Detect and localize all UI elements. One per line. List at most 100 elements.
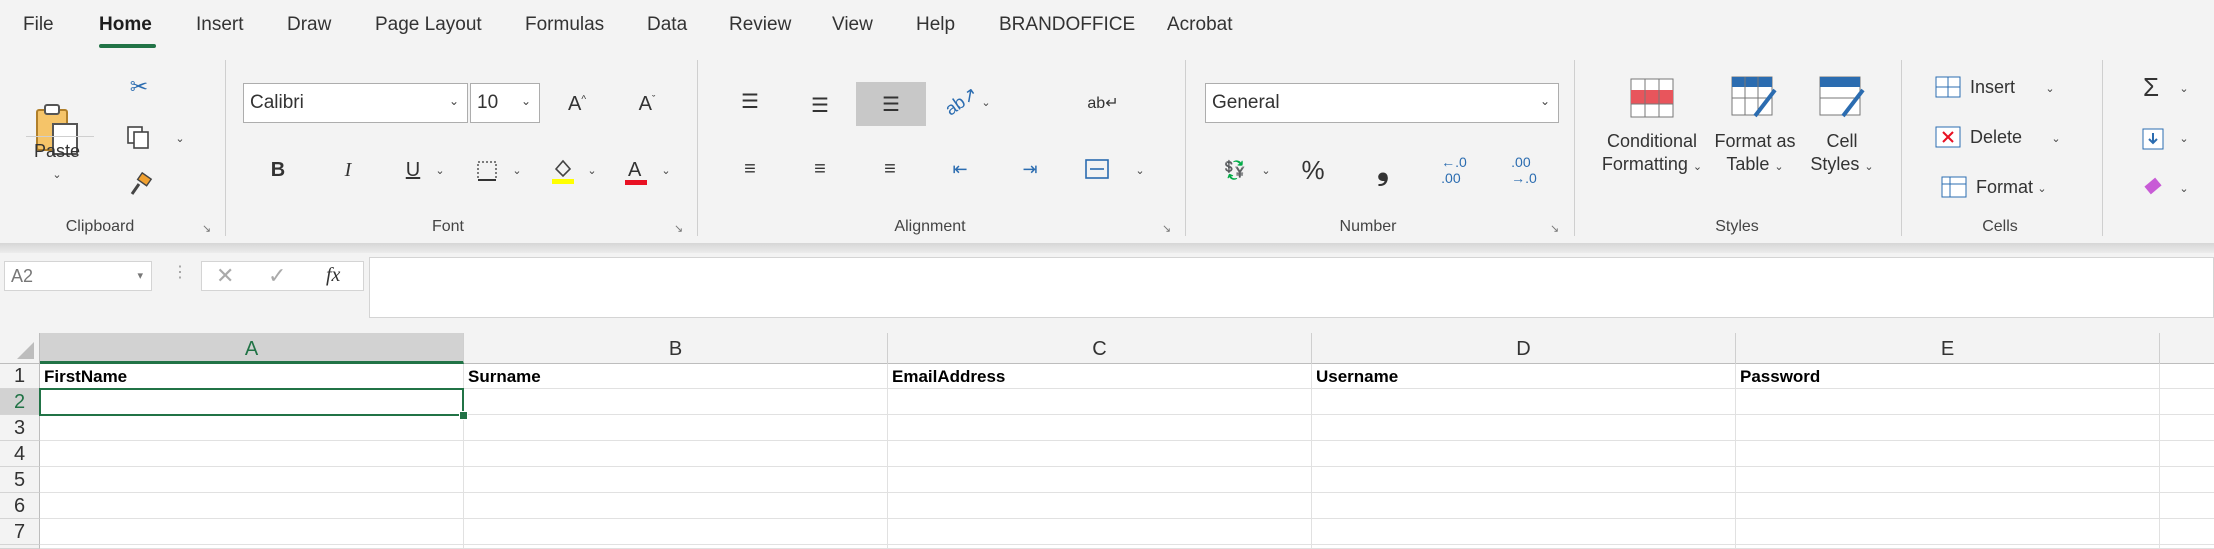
paste-dropdown-icon[interactable]: ⌄ — [22, 164, 92, 187]
name-box[interactable]: A2 ▾ — [4, 261, 152, 291]
copy-button[interactable] — [120, 122, 156, 152]
orientation-button[interactable]: ab↗ — [942, 82, 982, 119]
insert-cells-button[interactable]: Insert — [1970, 76, 2030, 99]
cell-a7[interactable] — [40, 519, 464, 545]
cell-f1[interactable] — [2160, 364, 2214, 389]
select-all-button[interactable] — [0, 333, 40, 364]
tab-formulas[interactable]: Formulas — [525, 14, 604, 36]
fill-dropdown-icon[interactable]: ⌄ — [2176, 128, 2192, 148]
clear-button[interactable] — [2138, 172, 2168, 202]
comma-style-button[interactable]: ❟ — [1366, 153, 1400, 186]
cell-f6[interactable] — [2160, 493, 2214, 519]
font-color-button[interactable]: A — [619, 154, 653, 188]
cell-c6[interactable] — [888, 493, 1312, 519]
number-launcher-icon[interactable]: ↘ — [1550, 224, 1561, 235]
fill-color-button[interactable] — [546, 154, 580, 188]
more-options-icon[interactable]: ⋮ — [172, 262, 188, 282]
conditional-formatting-button[interactable]: Conditional — [1592, 130, 1712, 153]
tab-file[interactable]: File — [23, 14, 54, 36]
merge-dropdown-icon[interactable]: ⌄ — [1132, 160, 1148, 180]
cell-f5[interactable] — [2160, 467, 2214, 493]
insert-dropdown-icon[interactable]: ⌄ — [2042, 78, 2058, 98]
autosum-dropdown-icon[interactable]: ⌄ — [2176, 78, 2192, 98]
column-header-b[interactable]: B — [464, 333, 888, 364]
cell-f3[interactable] — [2160, 415, 2214, 441]
decrease-font-size-button[interactable]: Aˇ — [630, 88, 664, 120]
copy-dropdown-icon[interactable]: ⌄ — [170, 128, 190, 148]
top-align-button[interactable]: ☰ — [735, 86, 765, 116]
cell-f7[interactable] — [2160, 519, 2214, 545]
row-header-4[interactable]: 4 — [0, 441, 40, 467]
row-header-5[interactable]: 5 — [0, 467, 40, 493]
borders-button[interactable] — [472, 156, 502, 186]
format-dropdown-icon[interactable]: ⌄ — [2034, 178, 2050, 198]
cell-a5[interactable] — [40, 467, 464, 493]
cell-b6[interactable] — [464, 493, 888, 519]
tab-review[interactable]: Review — [729, 14, 791, 36]
cell-f2[interactable] — [2160, 389, 2214, 415]
column-header-e[interactable]: E — [1736, 333, 2160, 364]
cell-b4[interactable] — [464, 441, 888, 467]
cell-b8[interactable] — [464, 545, 888, 549]
bold-button[interactable]: B — [263, 154, 293, 186]
cell-d2[interactable] — [1312, 389, 1736, 415]
enter-icon[interactable]: ✓ — [268, 263, 286, 289]
font-launcher-icon[interactable]: ↘ — [674, 224, 685, 235]
cell-f8[interactable] — [2160, 545, 2214, 549]
cell-e6[interactable] — [1736, 493, 2160, 519]
tab-brandoffice[interactable]: BRANDOFFICE — [999, 14, 1135, 36]
column-header-c[interactable]: C — [888, 333, 1312, 364]
align-right-button[interactable]: ≡ — [875, 154, 905, 184]
align-center-button[interactable]: ≡ — [805, 154, 835, 184]
column-header-f[interactable] — [2160, 333, 2214, 364]
cell-d1[interactable]: Username — [1312, 364, 1736, 389]
cell-e4[interactable] — [1736, 441, 2160, 467]
increase-indent-button[interactable]: ⇥ — [1015, 154, 1045, 184]
row-header-2[interactable]: 2 — [0, 389, 40, 415]
cell-e5[interactable] — [1736, 467, 2160, 493]
tab-draw[interactable]: Draw — [287, 14, 331, 36]
font-name-combo[interactable]: Calibri ⌄ — [243, 83, 468, 123]
cell-b3[interactable] — [464, 415, 888, 441]
tab-insert[interactable]: Insert — [196, 14, 244, 36]
borders-dropdown-icon[interactable]: ⌄ — [509, 160, 525, 180]
tab-page-layout[interactable]: Page Layout — [375, 14, 482, 36]
cell-d6[interactable] — [1312, 493, 1736, 519]
accounting-dropdown-icon[interactable]: ⌄ — [1258, 160, 1274, 180]
cell-b5[interactable] — [464, 467, 888, 493]
merge-center-button[interactable] — [1080, 154, 1114, 184]
formula-input[interactable] — [369, 257, 2214, 318]
font-color-dropdown-icon[interactable]: ⌄ — [658, 160, 674, 180]
insert-function-button[interactable]: fx — [326, 264, 340, 287]
tab-view[interactable]: View — [832, 14, 873, 36]
cell-c4[interactable] — [888, 441, 1312, 467]
fill-handle[interactable] — [459, 411, 468, 420]
cell-c8[interactable] — [888, 545, 1312, 549]
cell-a3[interactable] — [40, 415, 464, 441]
cell-a1[interactable]: FirstName — [40, 364, 464, 389]
middle-align-button[interactable]: ☰ — [805, 90, 835, 120]
delete-dropdown-icon[interactable]: ⌄ — [2048, 128, 2064, 148]
cell-c5[interactable] — [888, 467, 1312, 493]
bottom-align-button[interactable]: ☰ — [856, 82, 926, 126]
decrease-decimal-button[interactable]: .00 →.0 — [1506, 154, 1542, 186]
cut-button[interactable]: ✂ — [124, 72, 154, 102]
accounting-format-button[interactable]: 💱 — [1218, 154, 1252, 186]
autosum-button[interactable]: Σ — [2136, 72, 2166, 102]
cell-d7[interactable] — [1312, 519, 1736, 545]
row-header-3[interactable]: 3 — [0, 415, 40, 441]
tab-home[interactable]: Home — [99, 14, 152, 36]
cell-c2[interactable] — [888, 389, 1312, 415]
format-painter-button[interactable] — [124, 170, 156, 200]
underline-dropdown-icon[interactable]: ⌄ — [432, 160, 448, 180]
clipboard-launcher-icon[interactable]: ↘ — [202, 224, 213, 235]
cancel-icon[interactable]: ✕ — [216, 263, 234, 289]
fill-button[interactable] — [2138, 124, 2168, 154]
row-header-6[interactable]: 6 — [0, 493, 40, 519]
cell-e2[interactable] — [1736, 389, 2160, 415]
format-cells-button[interactable]: Format — [1976, 176, 2036, 199]
cell-b1[interactable]: Surname — [464, 364, 888, 389]
align-left-button[interactable]: ≡ — [735, 154, 765, 184]
cell-b7[interactable] — [464, 519, 888, 545]
cell-f4[interactable] — [2160, 441, 2214, 467]
